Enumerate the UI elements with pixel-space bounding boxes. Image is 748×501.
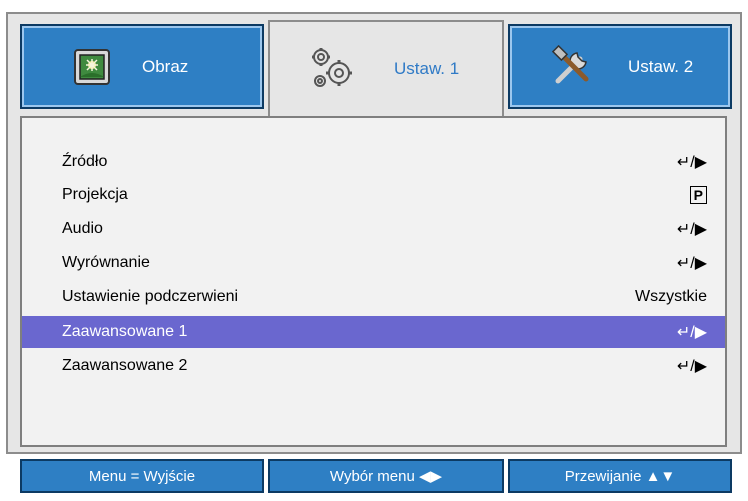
menu-item-label: Projekcja: [62, 186, 128, 203]
tab-ustaw-1[interactable]: Ustaw. 1: [268, 20, 504, 116]
tab-ustaw-2[interactable]: Ustaw. 2: [508, 24, 732, 109]
menu-item-zaawansowane-2[interactable]: Zaawansowane 2 ↵/▶: [22, 350, 725, 382]
select-menu-button[interactable]: Wybór menu ◀▶: [268, 459, 504, 493]
menu-item-label: Audio: [62, 220, 103, 237]
menu-item-label: Wyrównanie: [62, 254, 150, 271]
menu-item-projekcja[interactable]: Projekcja P: [22, 179, 725, 211]
enter-arrow-icon: ↵/▶: [676, 324, 707, 341]
gears-icon: [308, 45, 356, 93]
menu-item-label: Zaawansowane 2: [62, 357, 188, 374]
scroll-button[interactable]: Przewijanie ▲▼: [508, 459, 732, 493]
tab-obraz[interactable]: Obraz: [20, 24, 264, 109]
menu-item-label: Ustawienie podczerwieni: [62, 288, 239, 305]
menu-exit-button[interactable]: Menu = Wyjście: [20, 459, 264, 493]
menu-item-wyrownanie[interactable]: Wyrównanie ↵/▶: [22, 247, 725, 279]
menu-panel: Źródło ↵/▶ Projekcja P Audio ↵/▶ Wyrówna…: [20, 116, 727, 447]
enter-arrow-icon: ↵/▶: [676, 154, 707, 171]
tab-obraz-label: Obraz: [142, 56, 189, 76]
enter-arrow-icon: ↵/▶: [676, 358, 707, 375]
scroll-label: Przewijanie ▲▼: [564, 467, 676, 485]
menu-item-label: Zaawansowane 1: [62, 323, 188, 340]
menu-item-zaawansowane-1[interactable]: Zaawansowane 1 ↵/▶: [22, 316, 725, 348]
menu-item-value: Wszystkie: [635, 288, 707, 305]
tab-ustaw-2-label: Ustaw. 2: [628, 56, 694, 76]
projection-p-icon: P: [689, 186, 707, 204]
picture-icon: [72, 47, 112, 87]
menu-item-zrodlo[interactable]: Źródło ↵/▶: [22, 146, 725, 178]
tools-icon: [550, 44, 594, 89]
enter-arrow-icon: ↵/▶: [676, 221, 707, 238]
enter-arrow-icon: ↵/▶: [676, 255, 707, 272]
menu-exit-label: Menu = Wyjście: [88, 467, 196, 485]
select-menu-label: Wybór menu ◀▶: [329, 468, 443, 485]
tab-ustaw-1-label: Ustaw. 1: [394, 59, 460, 78]
menu-item-podczerwien[interactable]: Ustawienie podczerwieni Wszystkie: [22, 281, 725, 313]
menu-item-audio[interactable]: Audio ↵/▶: [22, 213, 725, 245]
menu-item-label: Źródło: [62, 153, 108, 170]
